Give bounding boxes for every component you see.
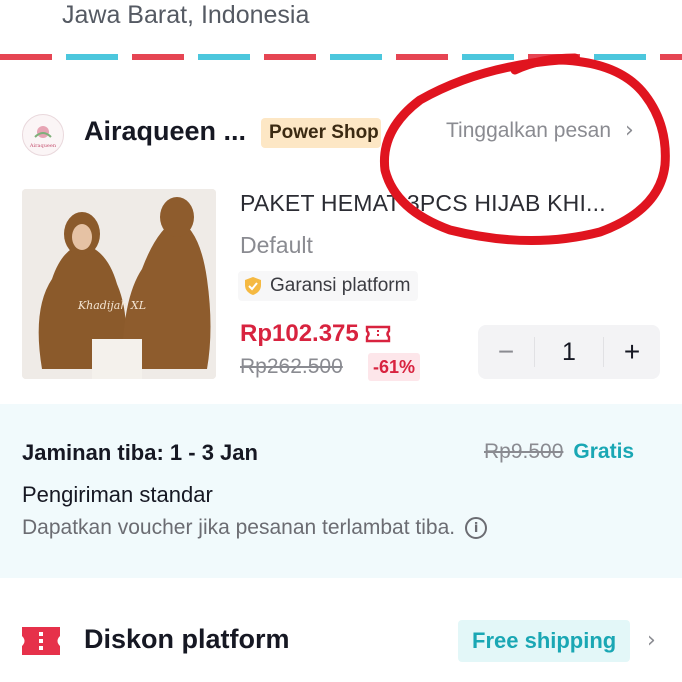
- price-value: Rp102.375: [240, 320, 359, 347]
- shipping-fee: Rp9.500 Gratis: [484, 440, 634, 464]
- discount-card[interactable]: Diskon platform Free shipping ›: [0, 594, 682, 682]
- address-line: Jawa Barat, Indonesia: [62, 1, 310, 29]
- original-price: Rp262.500: [240, 355, 343, 378]
- discount-platform-label: Diskon platform: [84, 624, 290, 654]
- ticket-icon: [22, 627, 60, 655]
- arrival-guarantee: Jaminan tiba: 1 - 3 Jan: [22, 440, 258, 465]
- shop-logo-text: Airaqueen: [29, 143, 57, 149]
- order-card: Airaqueen Airaqueen ... Power Shop Tingg…: [0, 62, 682, 394]
- chevron-right-icon[interactable]: ›: [647, 628, 656, 653]
- product-image[interactable]: Khadijah XL: [22, 189, 216, 379]
- leave-message-label: Tinggalkan pesan: [446, 118, 612, 142]
- airmail-stripe: [0, 54, 682, 60]
- quantity-value[interactable]: 1: [534, 337, 604, 367]
- decrement-button[interactable]: −: [478, 336, 534, 368]
- increment-button[interactable]: +: [604, 336, 660, 368]
- voucher-note: Dapatkan voucher jika pesanan terlambat …: [22, 516, 488, 540]
- free-shipping-tag: Free shipping: [458, 620, 631, 662]
- shipping-free-label: Gratis: [573, 440, 635, 463]
- product-variant[interactable]: Default: [240, 232, 313, 259]
- shipping-card[interactable]: Jaminan tiba: 1 - 3 Jan Rp9.500 Gratis P…: [0, 404, 682, 578]
- discount-badge: -61%: [368, 353, 421, 381]
- shipping-method: Pengiriman standar: [22, 482, 213, 507]
- shop-logo[interactable]: Airaqueen: [22, 114, 64, 156]
- info-icon[interactable]: i: [465, 517, 488, 539]
- power-shop-badge: Power Shop: [261, 118, 381, 148]
- voucher-note-text: Dapatkan voucher jika pesanan terlambat …: [22, 516, 456, 539]
- chevron-right-icon: ›: [625, 118, 634, 143]
- shop-row[interactable]: Airaqueen Airaqueen ... Power Shop Tingg…: [0, 110, 682, 156]
- shipping-old-fee: Rp9.500: [484, 440, 564, 463]
- coupon-icon: [365, 325, 390, 343]
- leave-message-link[interactable]: Tinggalkan pesan ›: [446, 118, 634, 143]
- shop-name[interactable]: Airaqueen ...: [84, 116, 246, 147]
- image-caption: Khadijah XL: [77, 299, 146, 312]
- platform-guarantee: Garansi platform: [238, 271, 419, 301]
- product-price: Rp102.375: [240, 320, 391, 348]
- shield-icon: [245, 277, 261, 295]
- guarantee-label: Garansi platform: [270, 275, 411, 296]
- quantity-stepper: − 1 +: [478, 325, 660, 379]
- product-title[interactable]: PAKET HEMAT 3PCS HIJAB KHI...: [240, 190, 660, 217]
